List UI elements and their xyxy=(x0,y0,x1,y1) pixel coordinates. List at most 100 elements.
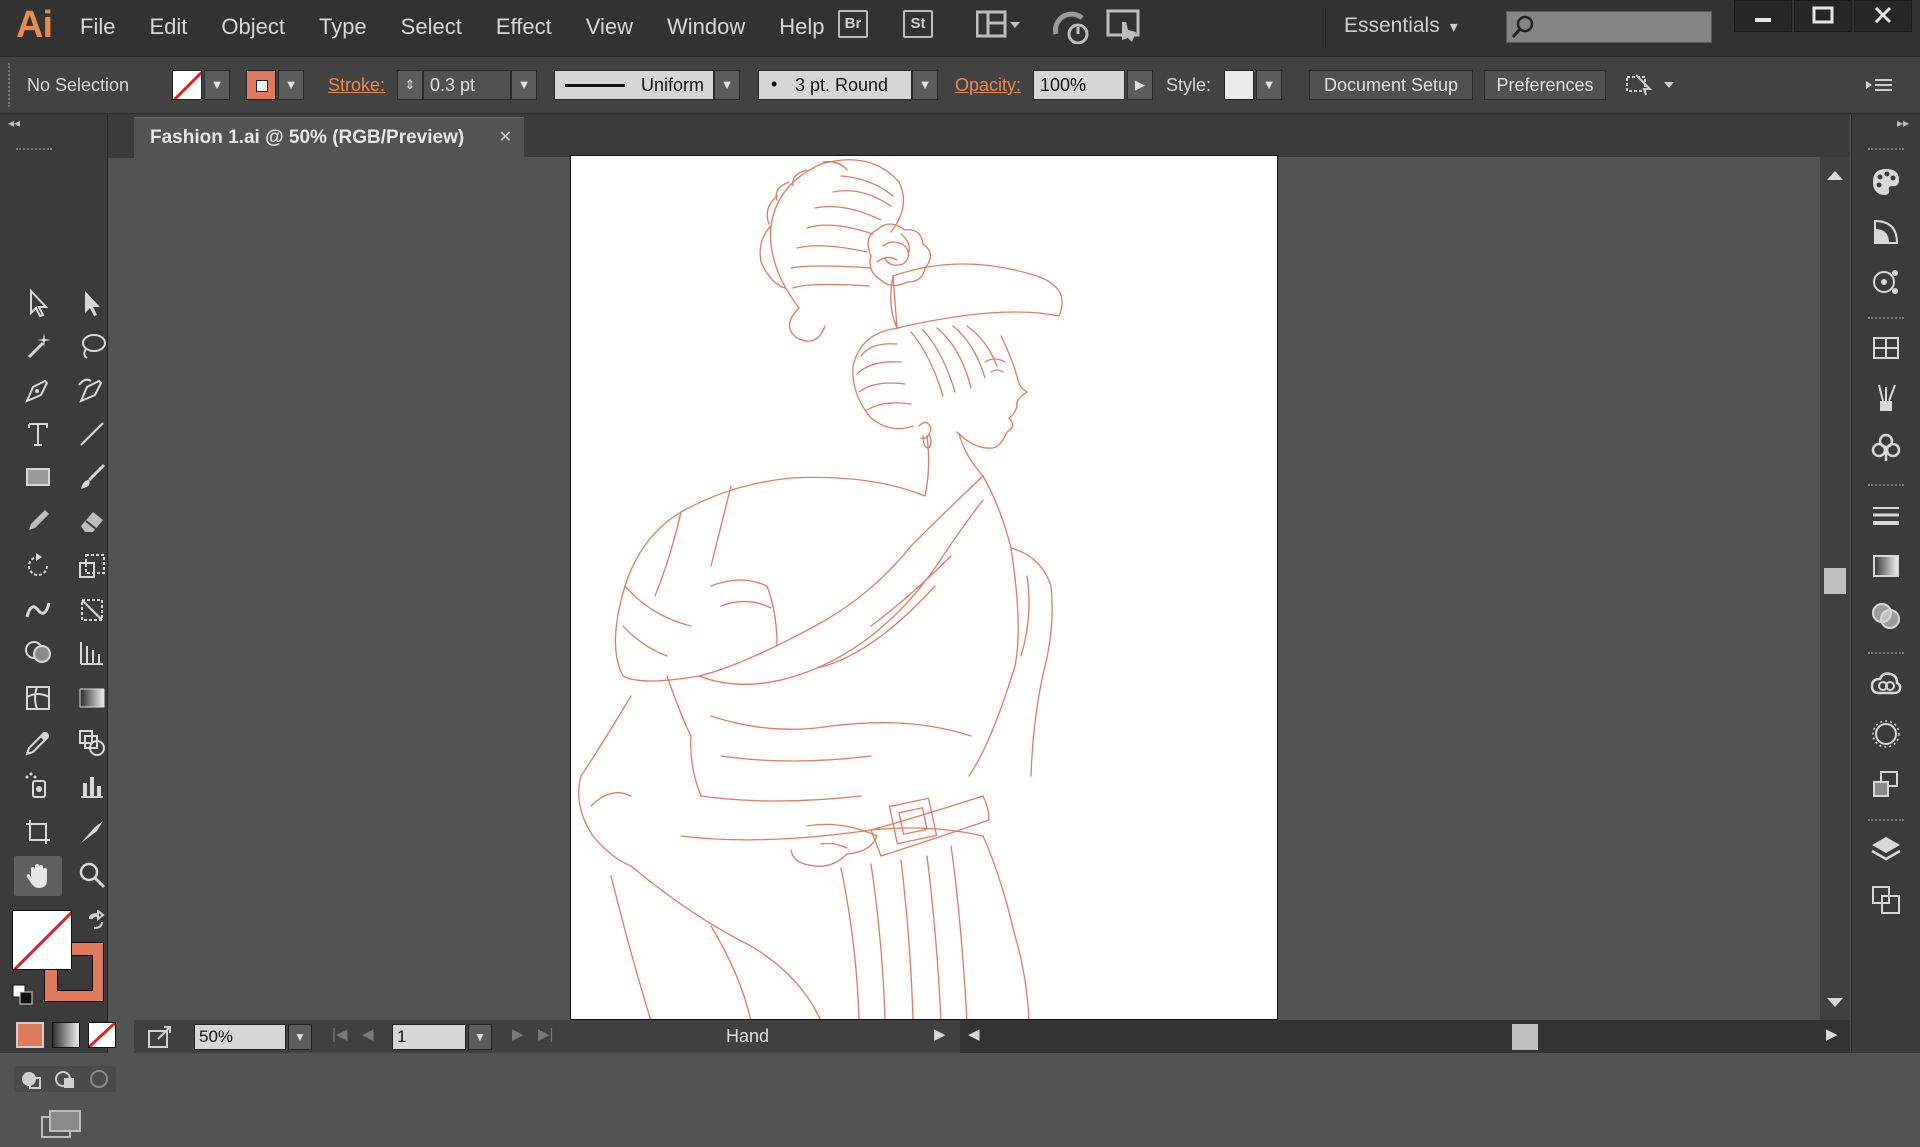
close-window-button[interactable] xyxy=(1854,0,1912,32)
swatches-panel-button[interactable] xyxy=(1864,328,1908,368)
hand-tool[interactable] xyxy=(14,856,62,896)
cc-libraries-panel-button[interactable] xyxy=(1864,262,1908,302)
artboard-number-dropdown[interactable]: ▼ xyxy=(468,1024,492,1050)
type-tool[interactable] xyxy=(18,415,58,453)
graphic-style-swatch[interactable] xyxy=(1224,70,1254,100)
dock-grip-3[interactable] xyxy=(1868,484,1904,490)
fill-swatch[interactable] xyxy=(172,70,202,100)
vertical-scroll-thumb[interactable] xyxy=(1824,568,1846,594)
touch-workspace-button[interactable] xyxy=(1106,8,1146,44)
horizontal-scrollbar[interactable]: ◀ ▶ xyxy=(960,1020,1850,1053)
scroll-down-icon[interactable] xyxy=(1820,991,1850,1013)
column-graph-tool[interactable] xyxy=(72,767,112,805)
menu-window[interactable]: Window xyxy=(667,14,745,40)
scroll-right-button[interactable]: ▶ xyxy=(1826,1025,1838,1043)
toolbox-grip[interactable] xyxy=(16,148,52,154)
menu-object[interactable]: Object xyxy=(221,14,285,40)
artboard-number-input[interactable]: 1 xyxy=(392,1024,466,1050)
stroke-weight-dropdown[interactable]: ▼ xyxy=(511,70,537,100)
gpu-performance-button[interactable] xyxy=(1052,8,1092,45)
draw-normal-icon[interactable] xyxy=(18,1066,44,1092)
color-panel-button[interactable] xyxy=(1864,162,1908,202)
rotate-tool[interactable] xyxy=(18,547,58,585)
curvature-tool[interactable] xyxy=(72,371,112,409)
stroke-panel-button[interactable] xyxy=(1864,496,1908,536)
color-guide-panel-button[interactable] xyxy=(1864,212,1908,252)
warp-tool[interactable] xyxy=(18,591,58,629)
previous-artboard-button[interactable]: ◀ xyxy=(362,1025,374,1043)
line-segment-tool[interactable] xyxy=(72,415,112,453)
dock-grip-2[interactable] xyxy=(1868,317,1904,323)
brush-definition[interactable]: • 3 pt. Round xyxy=(758,70,912,100)
slice-tool[interactable] xyxy=(72,813,112,851)
pencil-tool[interactable] xyxy=(18,502,58,540)
style-dropdown[interactable]: ▼ xyxy=(1256,70,1282,100)
fill-color-swatch[interactable] xyxy=(12,910,72,970)
dock-grip-5[interactable] xyxy=(1868,819,1904,825)
stroke-weight-stepper[interactable]: ⇕ xyxy=(397,70,423,100)
preferences-button[interactable]: Preferences xyxy=(1484,70,1606,100)
zoom-level-dropdown[interactable]: ▼ xyxy=(288,1024,312,1050)
fill-dropdown[interactable]: ▼ xyxy=(204,70,230,100)
first-artboard-button[interactable]: |◀ xyxy=(332,1025,347,1043)
layers-panel-button[interactable] xyxy=(1864,830,1908,870)
dock-grip-4[interactable] xyxy=(1868,652,1904,658)
horizontal-scroll-thumb[interactable] xyxy=(1512,1024,1538,1050)
opacity-input[interactable]: 100% xyxy=(1033,70,1125,100)
blend-tool[interactable] xyxy=(72,724,112,762)
graphic-styles-panel-button[interactable] xyxy=(1864,764,1908,804)
artboard-tool[interactable] xyxy=(18,813,58,851)
menu-select[interactable]: Select xyxy=(401,14,462,40)
menu-view[interactable]: View xyxy=(586,14,633,40)
stroke-weight-input[interactable]: 0.3 pt xyxy=(423,70,511,100)
close-tab-icon[interactable]: ✕ xyxy=(499,118,512,158)
symbol-sprayer-tool[interactable] xyxy=(18,767,58,805)
menu-help[interactable]: Help xyxy=(779,14,824,40)
brush-dropdown[interactable]: ▼ xyxy=(912,70,938,100)
variable-width-profile[interactable]: Uniform xyxy=(554,70,714,100)
color-mode-button[interactable] xyxy=(16,1022,44,1048)
transform-options-button[interactable] xyxy=(1624,71,1684,99)
scroll-left-button[interactable]: ◀ xyxy=(968,1025,980,1043)
draw-inside-icon[interactable] xyxy=(86,1066,112,1092)
dock-grip-1[interactable] xyxy=(1868,148,1904,154)
menu-edit[interactable]: Edit xyxy=(149,14,187,40)
screen-mode-button[interactable] xyxy=(40,1109,84,1141)
magic-wand-tool[interactable] xyxy=(18,327,58,365)
scroll-up-icon[interactable] xyxy=(1820,165,1850,187)
mesh-tool[interactable] xyxy=(18,679,58,717)
selection-tool[interactable] xyxy=(18,284,58,322)
pen-tool[interactable] xyxy=(18,371,58,409)
brushes-panel-button[interactable] xyxy=(1864,378,1908,418)
artboards-panel-button[interactable] xyxy=(1864,880,1908,920)
menu-effect[interactable]: Effect xyxy=(496,14,552,40)
transparency-panel-button[interactable] xyxy=(1864,596,1908,636)
menu-file[interactable]: File xyxy=(80,14,115,40)
last-artboard-button[interactable]: ▶| xyxy=(538,1025,553,1043)
scale-tool[interactable] xyxy=(72,547,112,585)
stroke-label[interactable]: Stroke: xyxy=(328,75,385,96)
shape-builder-tool[interactable] xyxy=(18,634,58,672)
default-colors-button[interactable] xyxy=(12,984,34,1006)
document-setup-button[interactable]: Document Setup xyxy=(1309,70,1473,100)
paintbrush-tool[interactable] xyxy=(72,458,112,496)
appearance-panel-button[interactable] xyxy=(1864,714,1908,754)
next-artboard-button[interactable]: ▶ xyxy=(512,1025,524,1043)
perspective-grid-tool[interactable] xyxy=(72,634,112,672)
symbols-panel-button[interactable] xyxy=(1864,428,1908,468)
search-input[interactable] xyxy=(1506,11,1712,43)
direct-selection-tool[interactable] xyxy=(72,284,112,322)
gradient-mode-button[interactable] xyxy=(52,1022,80,1048)
workspace-switcher[interactable]: Essentials xyxy=(1344,14,1458,38)
gradient-tool[interactable] xyxy=(72,679,112,717)
lasso-tool[interactable] xyxy=(72,327,112,365)
arrange-documents-button[interactable] xyxy=(975,10,1022,40)
stock-button[interactable]: St xyxy=(903,10,933,38)
gradient-panel-button[interactable] xyxy=(1864,546,1908,586)
rectangle-tool[interactable] xyxy=(18,458,58,496)
status-menu-button[interactable]: ▶ xyxy=(934,1025,946,1043)
menu-type[interactable]: Type xyxy=(319,14,367,40)
document-tab[interactable]: Fashion 1.ai @ 50% (RGB/Preview) ✕ xyxy=(134,117,524,157)
zoom-level-input[interactable]: 50% xyxy=(194,1024,286,1050)
minimize-button[interactable] xyxy=(1734,0,1792,32)
